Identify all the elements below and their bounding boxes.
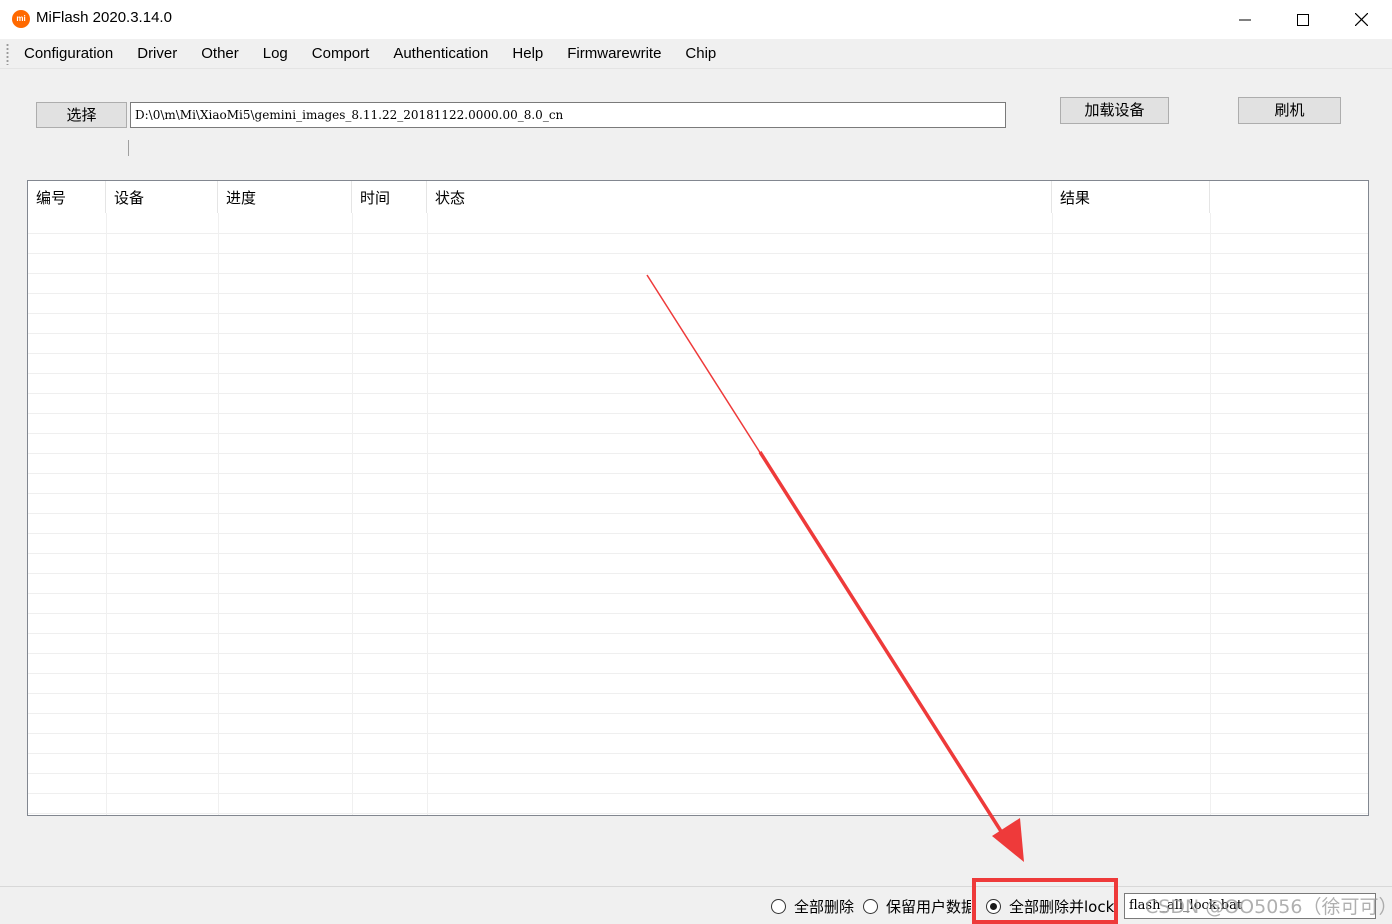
title-bar: mi MiFlash 2020.3.14.0 (0, 0, 1392, 39)
close-button[interactable] (1332, 0, 1390, 39)
radio-save-user-data[interactable]: 保留用户数据 (863, 896, 971, 916)
menu-firmwarewrite[interactable]: Firmwarewrite (555, 39, 673, 69)
grid-column-line (352, 213, 353, 815)
menu-bar: Configuration Driver Other Log Comport A… (0, 39, 1392, 69)
maximize-icon (1297, 13, 1309, 26)
menu-comport[interactable]: Comport (300, 39, 382, 69)
grid-row-line (28, 633, 1368, 634)
maximize-button[interactable] (1274, 0, 1332, 39)
select-button[interactable]: 选择 (36, 102, 127, 128)
grid-row-line (28, 313, 1368, 314)
progress-separator (128, 140, 129, 156)
menu-grip-icon[interactable] (6, 43, 9, 65)
column-header-result[interactable]: 结果 (1052, 181, 1210, 213)
grid-row-line (28, 493, 1368, 494)
column-header-time[interactable]: 时间 (352, 181, 427, 213)
radio-clean-all-circle[interactable] (771, 898, 786, 914)
minimize-icon (1239, 19, 1251, 20)
radio-save-user-data-circle[interactable] (863, 898, 878, 914)
grid-column-line (1210, 213, 1211, 815)
grid-row-line (28, 473, 1368, 474)
radio-clean-all[interactable]: 全部删除 (771, 896, 854, 916)
annotation-highlight-box (972, 878, 1118, 924)
grid-row-line (28, 693, 1368, 694)
grid-row-line (28, 353, 1368, 354)
grid-row-line (28, 533, 1368, 534)
grid-row-line (28, 453, 1368, 454)
csdn-watermark: CSDN @OO5056（徐可可） (1145, 896, 1392, 918)
menu-driver[interactable]: Driver (125, 39, 189, 69)
grid-row-line (28, 733, 1368, 734)
grid-row-line (28, 293, 1368, 294)
column-header-id[interactable]: 编号 (28, 181, 106, 213)
grid-row-line (28, 713, 1368, 714)
radio-save-user-data-label: 保留用户数据 (886, 897, 971, 916)
close-icon (1354, 13, 1368, 26)
column-header-status[interactable]: 状态 (427, 181, 1052, 213)
grid-row-line (28, 233, 1368, 234)
grid-row-line (28, 273, 1368, 274)
grid-header: 编号 设备 进度 时间 状态 结果 (28, 181, 1368, 213)
menu-configuration[interactable]: Configuration (12, 39, 125, 69)
device-grid[interactable]: 编号 设备 进度 时间 状态 结果 (27, 180, 1369, 816)
grid-row-line (28, 593, 1368, 594)
grid-row-line (28, 253, 1368, 254)
load-device-button[interactable]: 加载设备 (1060, 97, 1169, 124)
column-header-progress[interactable]: 进度 (218, 181, 352, 213)
grid-row-line (28, 613, 1368, 614)
grid-row-line (28, 813, 1368, 814)
grid-column-line (1052, 213, 1053, 815)
grid-row-line (28, 433, 1368, 434)
grid-row-line (28, 753, 1368, 754)
grid-row-line (28, 333, 1368, 334)
radio-clean-all-label: 全部删除 (794, 897, 855, 916)
grid-row-line (28, 553, 1368, 554)
firmware-path-input[interactable]: D:\0\m\Mi\XiaoMi5\gemini_images_8.11.22_… (130, 102, 1006, 128)
grid-column-line (427, 213, 428, 815)
minimize-button[interactable] (1216, 0, 1274, 39)
menu-authentication[interactable]: Authentication (381, 39, 500, 69)
annotation-arrow-head (992, 818, 1024, 862)
menu-help[interactable]: Help (500, 39, 555, 69)
grid-column-line (218, 213, 219, 815)
grid-row-line (28, 393, 1368, 394)
menu-chip[interactable]: Chip (673, 39, 728, 69)
flash-button[interactable]: 刷机 (1238, 97, 1341, 124)
grid-row-line (28, 773, 1368, 774)
miflash-logo-icon: mi (12, 10, 30, 28)
column-header-device[interactable]: 设备 (106, 181, 218, 213)
grid-row-line (28, 413, 1368, 414)
window-title: MiFlash 2020.3.14.0 (36, 9, 172, 26)
grid-row-line (28, 793, 1368, 794)
grid-column-line (106, 213, 107, 815)
grid-row-line (28, 573, 1368, 574)
menu-other[interactable]: Other (189, 39, 251, 69)
grid-row-line (28, 513, 1368, 514)
menu-log[interactable]: Log (251, 39, 300, 69)
grid-row-line (28, 673, 1368, 674)
menu-items: Configuration Driver Other Log Comport A… (12, 39, 728, 69)
grid-row-line (28, 373, 1368, 374)
grid-row-line (28, 653, 1368, 654)
